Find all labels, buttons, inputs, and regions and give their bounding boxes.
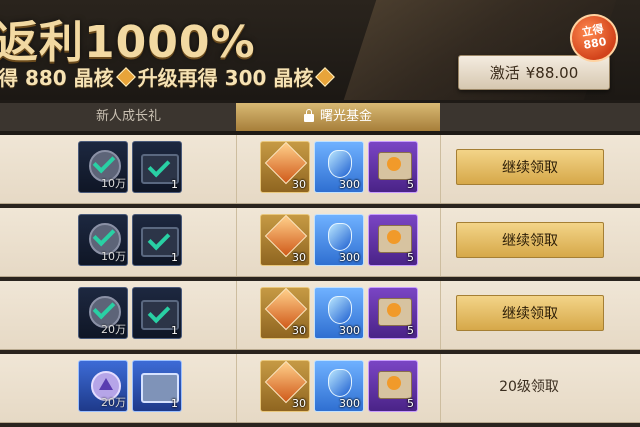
claim-button[interactable]: 继续领取	[456, 222, 604, 258]
item-qty: 30	[292, 251, 306, 264]
column-divider	[236, 135, 237, 203]
amber-crystal-icon: 30	[260, 287, 310, 339]
sapphire-icon: 300	[314, 141, 364, 193]
paw-icon	[387, 157, 401, 171]
check-chest-icon: 1	[132, 141, 182, 193]
item-qty: 30	[292, 397, 306, 410]
column-divider	[236, 208, 237, 276]
tab-dawn-fund[interactable]: 曙光基金	[236, 103, 440, 131]
sapphire-shape	[328, 150, 352, 178]
claim-button[interactable]: 继续领取	[456, 149, 604, 185]
steel-chest-icon: 1	[132, 360, 182, 412]
item-qty: 5	[407, 324, 414, 337]
item-qty: 1	[171, 324, 178, 337]
item-qty: 30	[292, 178, 306, 191]
reward-row: 20万 1 30 300 5 20级领取	[0, 354, 640, 427]
sapphire-icon: 300	[314, 287, 364, 339]
column-divider	[440, 281, 441, 349]
check-coin-icon: 10万	[78, 214, 128, 266]
column-divider	[440, 135, 441, 203]
paw-scroll-icon: 5	[368, 141, 418, 193]
banner-title: 返利1000%	[0, 17, 256, 68]
item-qty: 5	[407, 397, 414, 410]
column-divider	[440, 354, 441, 422]
paw-icon	[387, 303, 401, 317]
item-qty: 300	[339, 178, 360, 191]
reward-row: 10万 1 30 300 5 继续领取	[0, 208, 640, 281]
crystal-icon	[315, 67, 336, 87]
lock-icon	[303, 109, 314, 122]
tab-newbie-growth[interactable]: 新人成长礼	[96, 103, 161, 131]
subtitle-part-2: 升级再得 300 晶核	[137, 66, 314, 90]
tab-bar: 新人成长礼 曙光基金	[0, 103, 640, 131]
item-qty: 1	[171, 178, 178, 191]
activate-label: 激活	[489, 64, 520, 82]
paw-scroll-icon: 5	[368, 360, 418, 412]
check-coin-icon: 20万	[78, 287, 128, 339]
level-requirement-text: 20级领取	[499, 379, 559, 395]
banner-subtitle: 得 880 晶核 升级再得 300 晶核	[0, 62, 337, 91]
crystal-icon	[115, 67, 136, 87]
paw-scroll-icon: 5	[368, 287, 418, 339]
item-qty: 10万	[101, 250, 126, 263]
column-divider	[236, 354, 237, 422]
item-qty: 1	[171, 251, 178, 264]
item-qty: 300	[339, 324, 360, 337]
reward-row: 10万 1 30 300 5 继续领取	[0, 135, 640, 208]
subtitle-part-1: 得 880 晶核	[0, 66, 114, 90]
item-qty: 1	[171, 397, 178, 410]
item-qty: 20万	[101, 323, 126, 336]
item-qty: 300	[339, 251, 360, 264]
triangle-coin-icon: 20万	[78, 360, 128, 412]
tab-dawn-fund-label: 曙光基金	[319, 109, 372, 124]
check-coin-icon: 10万	[78, 141, 128, 193]
column-divider	[236, 281, 237, 349]
amber-crystal-icon: 30	[260, 141, 310, 193]
check-chest-icon: 1	[132, 214, 182, 266]
claim-button[interactable]: 继续领取	[456, 295, 604, 331]
check-chest-icon: 1	[132, 287, 182, 339]
paw-scroll-icon: 5	[368, 214, 418, 266]
amber-crystal-icon: 30	[260, 214, 310, 266]
column-divider	[440, 208, 441, 276]
item-qty: 5	[407, 251, 414, 264]
item-qty: 10万	[101, 177, 126, 190]
sapphire-shape	[328, 369, 352, 397]
amber-crystal-icon: 30	[260, 360, 310, 412]
sapphire-icon: 300	[314, 360, 364, 412]
item-qty: 30	[292, 324, 306, 337]
activate-price: ¥88.00	[525, 63, 579, 82]
reward-row: 20万 1 30 300 5 继续领取	[0, 281, 640, 354]
promo-banner: 返利1000% 得 880 晶核 升级再得 300 晶核 激活 ¥88.00 立得…	[0, 0, 640, 100]
sapphire-icon: 300	[314, 214, 364, 266]
item-qty: 20万	[101, 396, 126, 409]
item-qty: 5	[407, 178, 414, 191]
paw-icon	[387, 376, 401, 390]
sapphire-shape	[328, 223, 352, 251]
item-qty: 300	[339, 397, 360, 410]
paw-icon	[387, 230, 401, 244]
sapphire-shape	[328, 296, 352, 324]
